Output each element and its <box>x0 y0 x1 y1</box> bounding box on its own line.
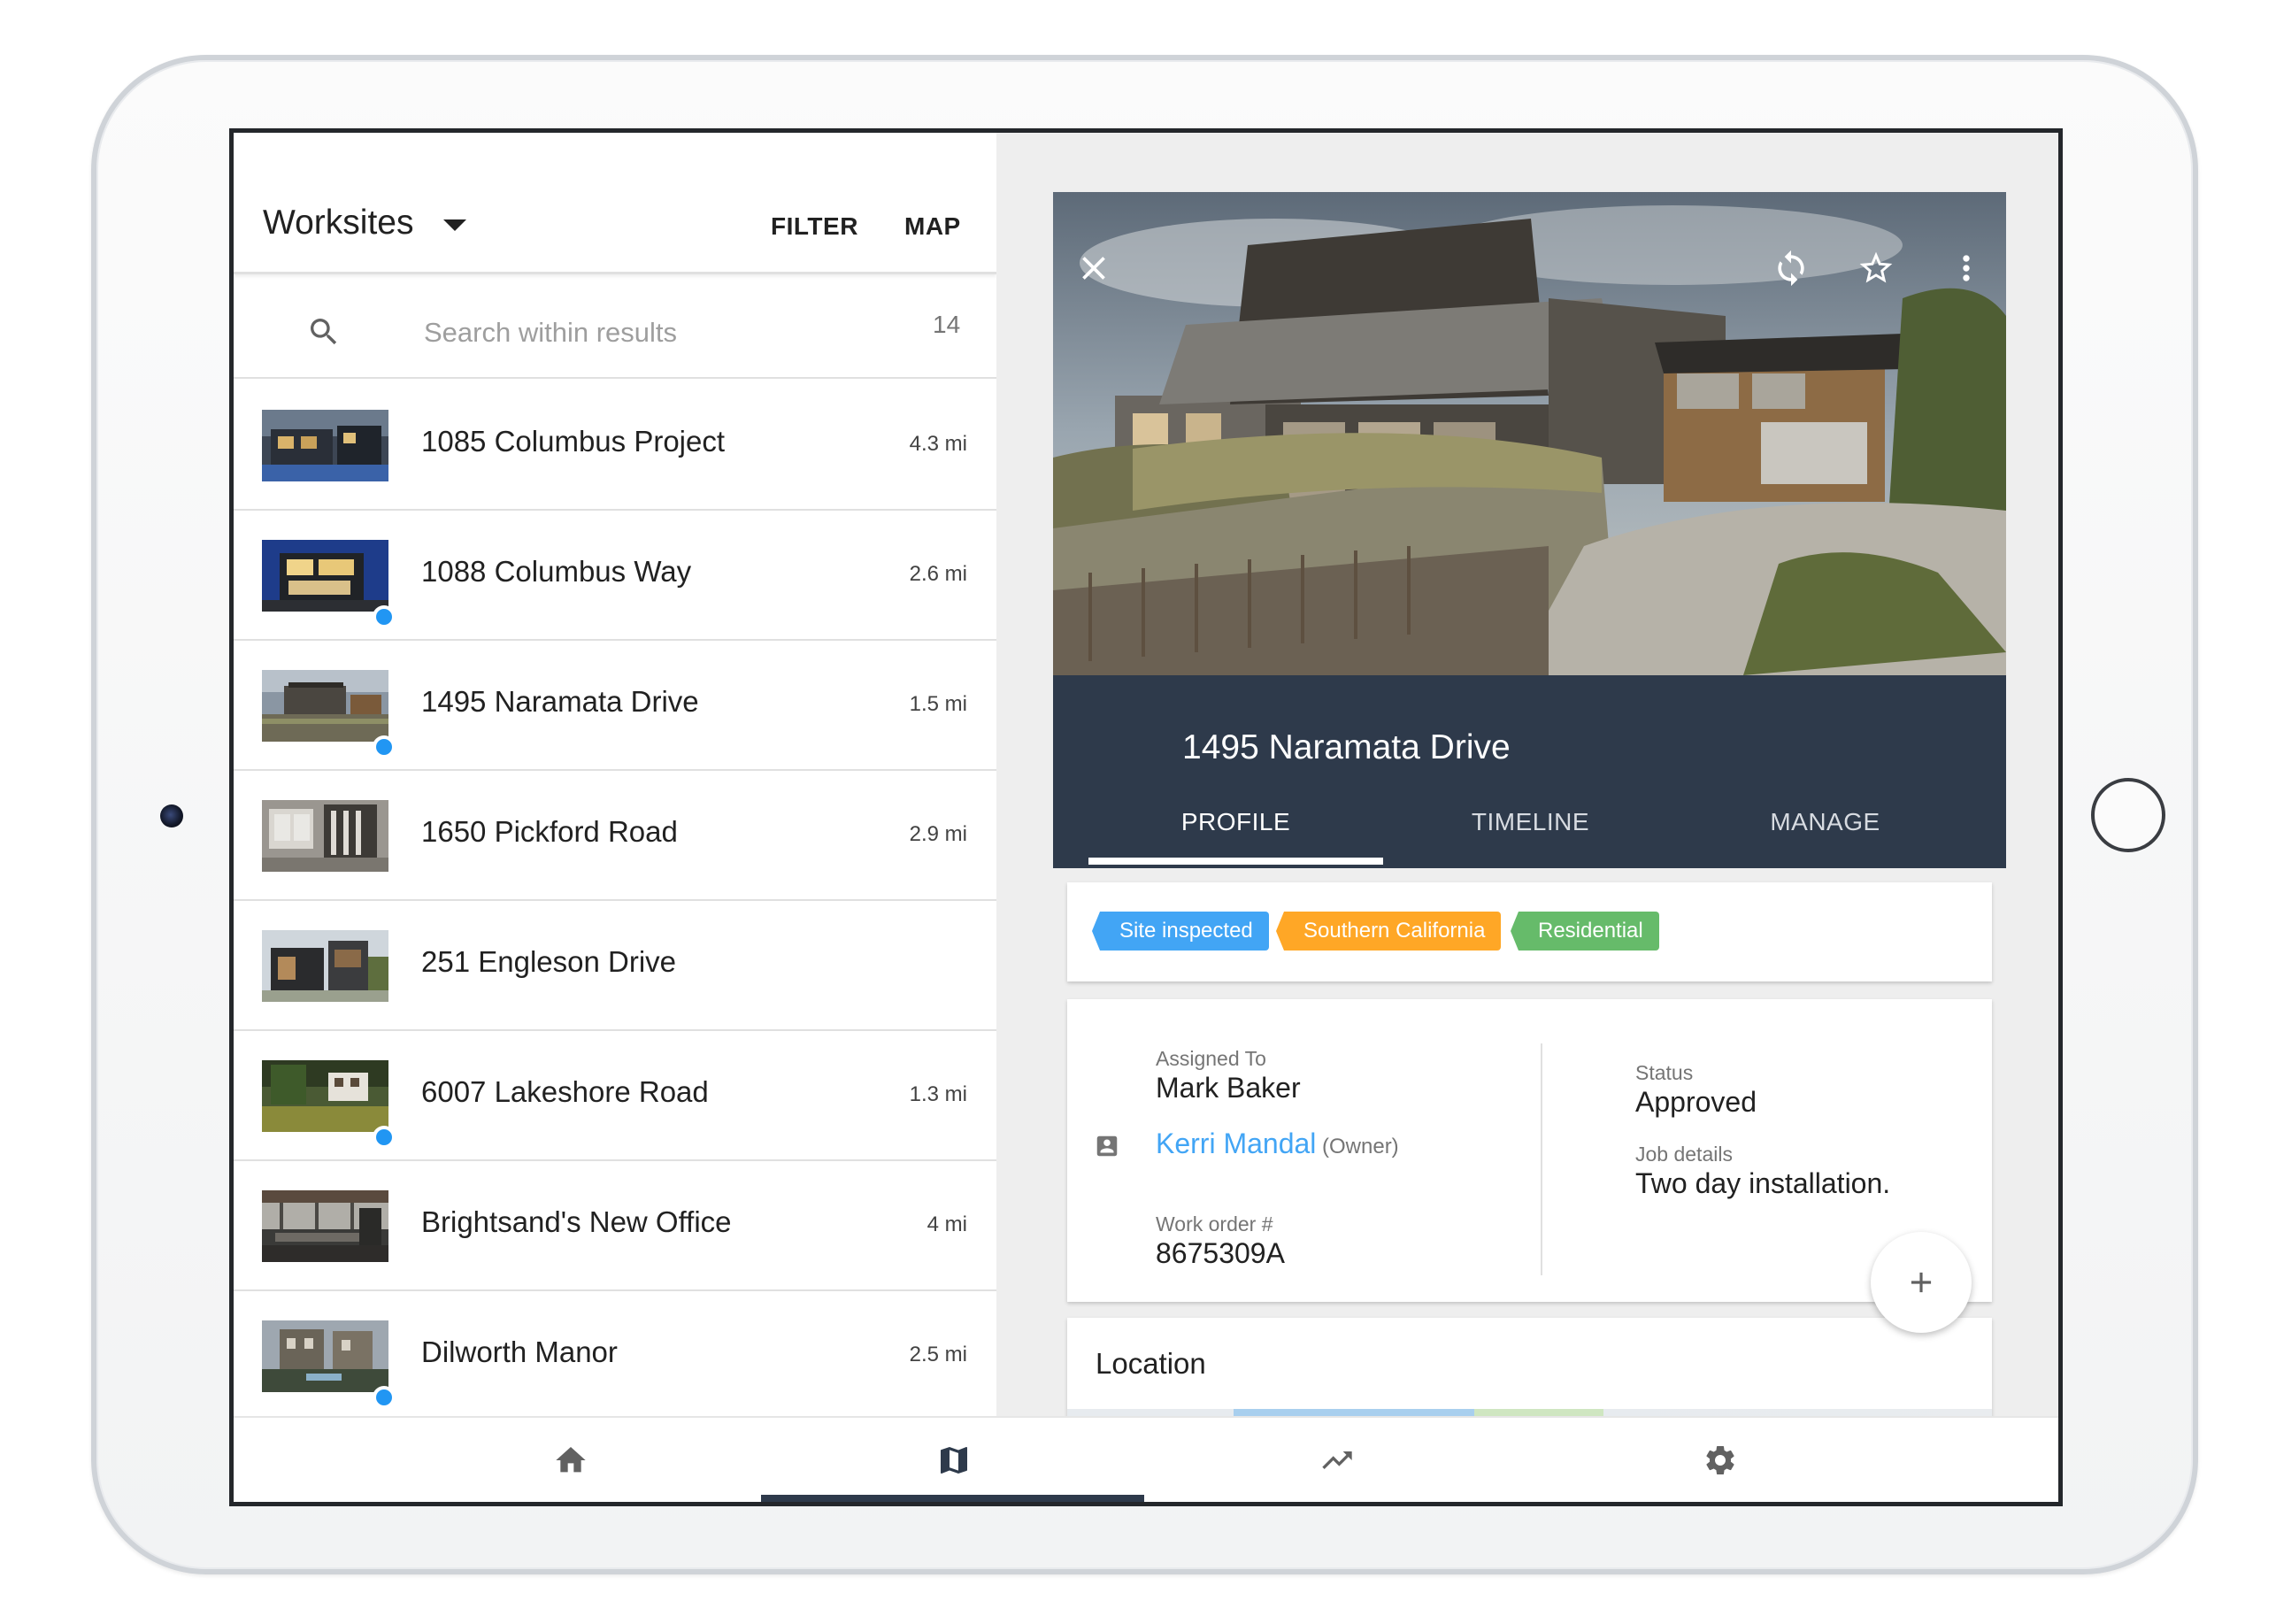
detail-title: 1495 Naramata Drive <box>1182 728 1511 766</box>
assigned-to-value: Mark Baker <box>1156 1072 1301 1104</box>
worksite-row[interactable]: 1650 Pickford Road 2.9 mi <box>234 771 996 901</box>
job-details-label: Job details <box>1635 1143 1733 1166</box>
worksite-thumbnail <box>262 1320 388 1392</box>
star-outline-icon[interactable] <box>1857 249 1895 288</box>
location-title: Location <box>1096 1347 1206 1380</box>
more-vert-icon[interactable] <box>1947 249 1986 288</box>
tablet-camera <box>160 804 183 827</box>
detail-header: 1495 Naramata Drive PROFILE TIMELINE MAN… <box>1053 675 2006 868</box>
worksite-name: 1495 Naramata Drive <box>421 685 699 718</box>
result-count: 14 <box>933 311 961 338</box>
tablet-home-button <box>2091 778 2165 852</box>
nav-trends[interactable] <box>1144 1418 1527 1502</box>
sync-icon[interactable] <box>1772 249 1811 288</box>
worksite-distance: 2.5 mi <box>909 1343 967 1366</box>
app-screen: Worksites FILTER MAP Search within resul… <box>229 128 2063 1506</box>
tab-manage[interactable]: MANAGE <box>1678 808 1972 836</box>
map-icon <box>941 1447 967 1474</box>
worksite-thumbnail <box>262 930 388 1002</box>
work-order-label: Work order # <box>1156 1212 1273 1235</box>
worksite-name: Brightsand's New Office <box>421 1205 732 1238</box>
bottom-navigation <box>234 1416 2058 1502</box>
worksite-name: Dilworth Manor <box>421 1335 618 1368</box>
status-value: Approved <box>1635 1086 1757 1118</box>
work-order-value: 8675309A <box>1156 1237 1285 1269</box>
search-icon[interactable] <box>306 314 342 350</box>
worksite-thumbnail <box>262 800 388 872</box>
tag-site-inspected[interactable]: Site inspected <box>1092 912 1269 951</box>
search-input[interactable]: Search within results <box>424 317 677 349</box>
trending-up-icon <box>1322 1451 1352 1469</box>
nav-map[interactable] <box>761 1418 1144 1502</box>
worksites-panel: Worksites FILTER MAP Search within resul… <box>234 133 996 1421</box>
info-divider <box>1541 1043 1542 1275</box>
worksite-name: 251 Engleson Drive <box>421 945 677 978</box>
tab-profile[interactable]: PROFILE <box>1088 808 1383 836</box>
tab-timeline[interactable]: TIMELINE <box>1383 808 1678 836</box>
worksites-header: Worksites FILTER MAP <box>234 133 996 274</box>
active-tab-indicator <box>1088 858 1383 865</box>
worksite-detail-panel: 1495 Naramata Drive PROFILE TIMELINE MAN… <box>996 133 2058 1433</box>
worksite-thumbnail <box>262 410 388 481</box>
worksite-distance: 2.6 mi <box>909 562 967 586</box>
tag-residential[interactable]: Residential <box>1511 912 1659 951</box>
status-label: Status <box>1635 1061 1694 1084</box>
worksites-title[interactable]: Worksites <box>263 204 413 242</box>
worksite-distance: 1.5 mi <box>909 692 967 716</box>
tag-southern-california[interactable]: Southern California <box>1275 912 1502 951</box>
worksite-name: 1088 Columbus Way <box>421 555 692 588</box>
worksite-thumbnail <box>262 540 388 612</box>
worksite-row[interactable]: 251 Engleson Drive <box>234 901 996 1031</box>
unread-indicator <box>373 735 396 758</box>
worksite-name: 1650 Pickford Road <box>421 815 678 848</box>
worksite-distance: 4.3 mi <box>909 432 967 456</box>
worksite-distance: 1.3 mi <box>909 1082 967 1106</box>
dropdown-caret-icon[interactable] <box>443 219 466 231</box>
owner-role: (Owner) <box>1322 1135 1399 1158</box>
unread-indicator <box>373 605 396 628</box>
map-button[interactable]: MAP <box>904 212 961 241</box>
home-icon <box>556 1447 586 1473</box>
worksite-row[interactable]: Dilworth Manor 2.5 mi <box>234 1291 996 1421</box>
unread-indicator <box>373 1126 396 1149</box>
job-details-value: Two day installation. <box>1635 1167 1891 1199</box>
close-icon[interactable] <box>1074 249 1113 288</box>
worksite-name: 6007 Lakeshore Road <box>421 1075 709 1108</box>
worksite-thumbnail <box>262 670 388 742</box>
tags-card: Site inspected Southern California Resid… <box>1067 882 1992 981</box>
nav-settings[interactable] <box>1527 1418 1911 1502</box>
worksite-row[interactable]: 6007 Lakeshore Road 1.3 mi <box>234 1031 996 1161</box>
worksite-distance: 2.9 mi <box>909 822 967 846</box>
info-card: Assigned To Mark Baker Kerri Mandal (Own… <box>1067 999 1992 1302</box>
contact-card-icon <box>1096 1135 1118 1157</box>
owner-link[interactable]: Kerri Mandal <box>1156 1128 1316 1160</box>
filter-button[interactable]: FILTER <box>771 212 858 241</box>
worksite-row[interactable]: Brightsand's New Office 4 mi <box>234 1161 996 1291</box>
add-button[interactable] <box>1871 1232 1972 1333</box>
plus-icon <box>1911 1272 1932 1293</box>
unread-indicator <box>373 1386 396 1409</box>
worksite-row[interactable]: 1495 Naramata Drive 1.5 mi <box>234 641 996 771</box>
active-nav-indicator <box>761 1495 1144 1502</box>
search-bar[interactable]: Search within results 14 <box>234 277 996 379</box>
worksite-name: 1085 Columbus Project <box>421 425 726 458</box>
worksite-distance: 4 mi <box>927 1212 967 1236</box>
worksite-hero-image <box>1053 192 2006 675</box>
worksite-thumbnail <box>262 1060 388 1132</box>
assigned-to-label: Assigned To <box>1156 1047 1266 1070</box>
worksite-thumbnail <box>262 1190 388 1262</box>
nav-home[interactable] <box>378 1418 761 1502</box>
settings-icon <box>1706 1446 1734 1474</box>
worksite-row[interactable]: 1088 Columbus Way 2.6 mi <box>234 511 996 641</box>
worksite-row[interactable]: 1085 Columbus Project 4.3 mi <box>234 381 996 511</box>
